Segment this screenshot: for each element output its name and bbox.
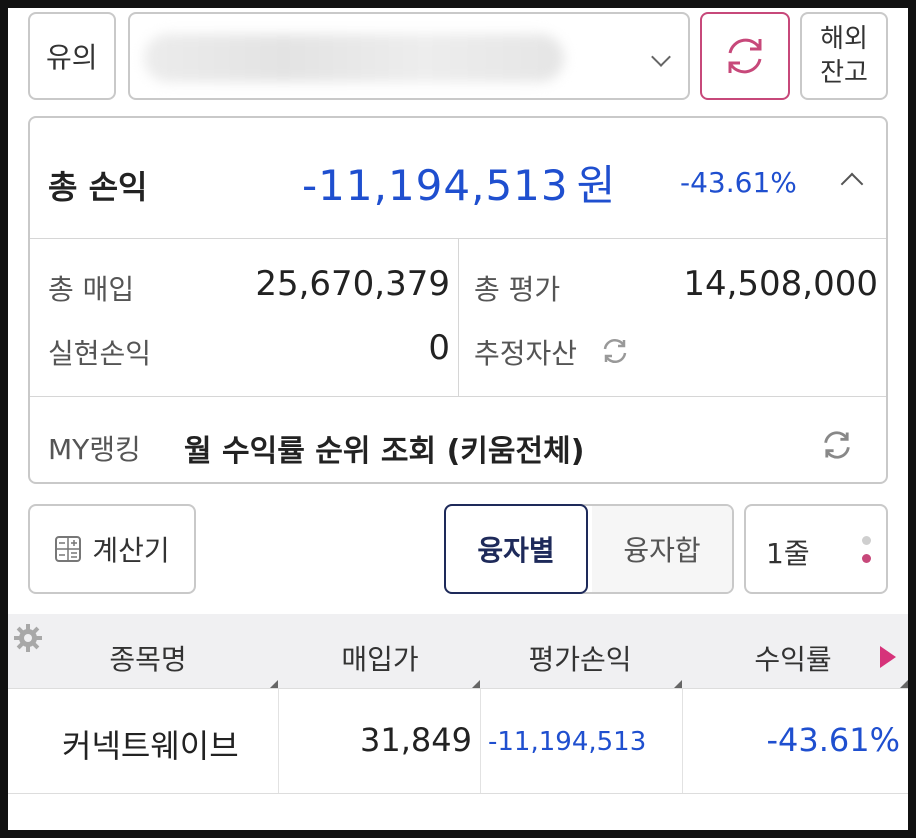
calculator-icon xyxy=(55,536,82,562)
column-header-pnl[interactable]: 평가손익 xyxy=(480,638,680,678)
collapse-chevron-up-icon[interactable] xyxy=(840,172,864,196)
total-purchase-value: 25,670,379 xyxy=(255,264,450,304)
cell-divider xyxy=(278,689,279,793)
profit-summary-card: 총 손익 -11,194,513 원 -43.61% 총 매입 25,670,37… xyxy=(28,116,888,484)
summary-column-divider xyxy=(458,238,459,396)
my-ranking-label: MY랭킹 xyxy=(48,433,141,466)
estimated-assets-label: 추정자산 xyxy=(474,337,578,370)
account-type-label: 유의 xyxy=(46,41,98,74)
loan-view-segmented-control: 융자합 융자별 xyxy=(444,504,734,594)
overseas-label-line2: 잔고 xyxy=(820,58,868,88)
table-row[interactable]: 커넥트웨이브 31,849 -11,194,513 -43.61% xyxy=(8,688,908,794)
refresh-icon xyxy=(728,38,762,74)
sort-corner-icon xyxy=(270,680,278,688)
stock-name: 커넥트웨이브 xyxy=(62,727,239,765)
refresh-button[interactable] xyxy=(700,12,790,100)
purchase-price: 31,849 xyxy=(360,721,472,759)
row-mode-dot-active xyxy=(862,554,871,563)
column-header-rate[interactable]: 수익률 xyxy=(698,638,888,678)
sort-corner-icon xyxy=(472,680,480,688)
my-ranking-link[interactable]: 월 수익률 순위 조회 (키움전체) xyxy=(184,426,584,470)
screen: 유의 해외 잔고 총 손익 -11,194,513 원 -43.61% 총 매입 … xyxy=(8,8,908,830)
sort-corner-icon xyxy=(674,680,682,688)
column-header-price[interactable]: 매입가 xyxy=(280,638,480,678)
account-select-dropdown[interactable] xyxy=(128,12,690,100)
calculator-label: 계산기 xyxy=(92,534,170,567)
evaluation-pnl: -11,194,513 xyxy=(488,727,647,757)
estimated-assets-refresh-icon[interactable] xyxy=(600,336,630,366)
column-header-name[interactable]: 종목명 xyxy=(48,638,248,678)
total-evaluation-label: 총 평가 xyxy=(474,273,561,306)
overseas-label-line1: 해외 xyxy=(820,24,868,54)
currency-unit: 원 xyxy=(576,161,617,210)
account-number-blurred xyxy=(144,34,564,82)
total-pnl-title: 총 손익 xyxy=(48,168,148,206)
sort-corner-icon xyxy=(900,680,908,688)
scroll-right-arrow-icon[interactable] xyxy=(880,646,896,668)
holdings-table-header: 종목명 매입가 평가손익 수익률 xyxy=(8,614,908,688)
total-pnl-rate: -43.61% xyxy=(680,166,797,199)
seg-loan-total[interactable]: 융자합 xyxy=(592,506,732,592)
cell-divider xyxy=(682,689,683,793)
row-mode-label: 1줄 xyxy=(766,537,810,570)
row-mode-button[interactable]: 1줄 xyxy=(744,504,888,594)
seg-loan-individual[interactable]: 융자별 xyxy=(444,504,588,594)
total-pnl-amount: -11,194,513 원 xyxy=(302,152,616,213)
account-type-button[interactable]: 유의 xyxy=(28,12,116,100)
realized-pnl-label: 실현손익 xyxy=(48,337,152,370)
calculator-button[interactable]: 계산기 xyxy=(28,504,196,594)
total-pnl-value: -11,194,513 xyxy=(302,161,569,210)
total-purchase-label: 총 매입 xyxy=(48,273,135,306)
my-ranking-refresh-icon[interactable] xyxy=(820,428,854,462)
overseas-balance-button[interactable]: 해외 잔고 xyxy=(800,12,888,100)
chevron-down-icon xyxy=(651,47,671,67)
total-evaluation-value: 14,508,000 xyxy=(683,264,878,304)
cell-divider xyxy=(480,689,481,793)
row-mode-dot-inactive xyxy=(862,536,871,545)
summary-row-divider xyxy=(30,396,886,397)
return-rate: -43.61% xyxy=(766,721,900,759)
summary-header[interactable]: 총 손익 -11,194,513 원 -43.61% xyxy=(30,118,886,239)
gear-icon[interactable] xyxy=(12,622,44,654)
realized-pnl-value: 0 xyxy=(428,328,450,368)
